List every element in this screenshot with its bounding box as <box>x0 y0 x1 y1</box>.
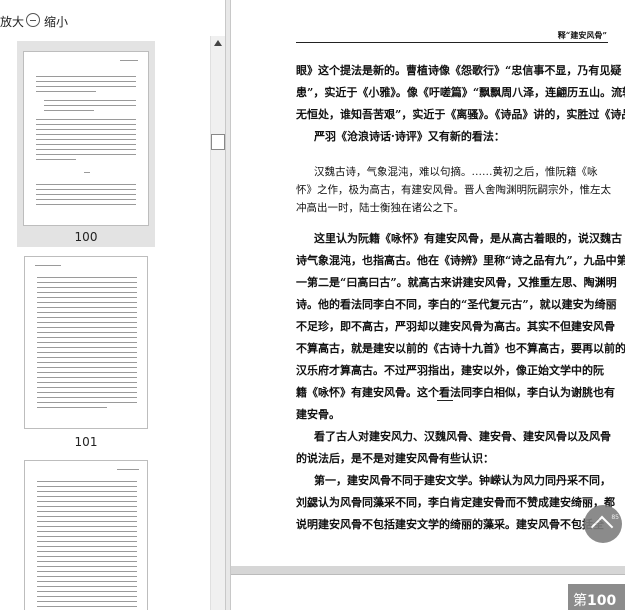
quote-line: 汉魏古诗，气象混沌，难以句摘。……黄初之后，惟阮籍《咏 <box>314 166 598 178</box>
text-line: 籍《咏怀》有建安风骨。这个看法同李白相似，李白认为谢朓也有 <box>296 386 615 399</box>
text-line: 不算高古，就是建安以前的《古诗十九首》也不算高古，要再以前的 <box>296 342 625 355</box>
zoom-in-button[interactable]: 放大 <box>0 13 24 30</box>
zoom-out-icon[interactable] <box>26 13 40 27</box>
text-line: 无恒处，谁知吾苦艰”，实近于《离骚》。《诗品》讲的，实胜过《诗品》。 <box>296 108 625 121</box>
text-line: 不足珍，即不高古，严羽却以建安风骨为高古。其实不但建安风骨 <box>296 320 615 333</box>
text-line: 汉乐府才算高古。不过严羽指出，建安以外，像正始文学中的阮 <box>296 364 604 377</box>
text-line: 诗气象混沌，也指高古。他在《诗辨》里称“诗之品有九”，九品中第 <box>296 254 625 267</box>
thumbnail-item-102[interactable] <box>17 458 155 610</box>
text-line: 诗。他的看法同李白不同，李白的“圣代复元古”，就以建安为绮丽 <box>296 298 617 311</box>
thumbnail-page-number: 100 <box>74 230 98 244</box>
text-line: 患”，实近于《小雅》。像《吁嗟篇》“飘飘周八泽，连翩历五山。流转 <box>296 86 625 99</box>
next-document-page <box>231 574 625 610</box>
back-to-top-badge: 85 <box>611 514 619 521</box>
text-line: 眼》这个提法是新的。曹植诗像《怨歌行》“忠信事不显，乃有见疑 <box>296 64 622 77</box>
section-divider <box>437 400 453 401</box>
page-indicator-number: 100 <box>587 593 617 609</box>
header-rule <box>296 42 608 43</box>
text-line: 的说法后，是不是对建安风骨有些认识： <box>296 452 494 465</box>
scrollbar-thumb[interactable] <box>211 134 225 150</box>
back-to-top-button[interactable]: 85 <box>584 505 622 543</box>
chevron-up-icon <box>590 515 614 539</box>
thumbnail-item-100[interactable]: 100 <box>17 41 155 247</box>
text-line: 刘勰认为风骨同藻采不同，李白肯定建安骨而不赞成建安绮丽，都 <box>296 496 615 509</box>
quote-line: 冲高出一时，陆士衡独在诸公之下。 <box>296 202 464 214</box>
thumbnail-page-image <box>24 256 148 429</box>
document-page: 释“建安风骨” 眼》这个提法是新的。曹植诗像《怨歌行》“忠信事不显，乃有见疑 患… <box>231 0 625 566</box>
thumbnail-page-image <box>24 460 148 610</box>
thumbnail-page-number: 101 <box>74 435 98 449</box>
text-line: 严羽《沧浪诗话·诗评》又有新的看法： <box>314 130 505 143</box>
thumbnail-list: 100 101 <box>0 36 210 610</box>
text-line: 第一，建安风骨不同于建安文学。钟嵘认为风力同丹采不同， <box>314 474 611 487</box>
thumbnail-page-image <box>23 51 149 226</box>
scroll-up-arrow-icon[interactable] <box>214 40 222 46</box>
text-line: 一第二是“曰高曰古”。就高古来讲建安风骨，又推重左思、陶渊明 <box>296 276 617 289</box>
zoom-toolbar: 放大 缩小 <box>0 6 225 34</box>
thumbnail-scrollbar[interactable] <box>210 36 225 610</box>
zoom-out-button[interactable]: 缩小 <box>44 13 68 30</box>
text-line: 这里认为阮籍《咏怀》有建安风骨，是从高古着眼的，说汉魏古 <box>314 232 622 245</box>
text-line: 说明建安风骨不包括建安文学的绮丽的藻采。建安风骨不包括全 <box>296 518 604 531</box>
quote-line: 怀》之作，极为高古，有建安风骨。晋人舍陶渊明阮嗣宗外，惟左太 <box>296 184 611 196</box>
text-line: 看了古人对建安风力、汉魏风骨、建安骨、建安风骨以及风骨 <box>314 430 611 443</box>
text-line: 建安骨。 <box>296 408 340 421</box>
running-header: 释“建安风骨” <box>557 30 607 40</box>
thumbnail-item-101[interactable]: 101 <box>17 254 155 454</box>
page-indicator: 第100 <box>568 584 625 610</box>
thumbnail-panel: 放大 缩小 100 101 <box>0 0 225 610</box>
page-indicator-prefix: 第 <box>573 593 587 609</box>
